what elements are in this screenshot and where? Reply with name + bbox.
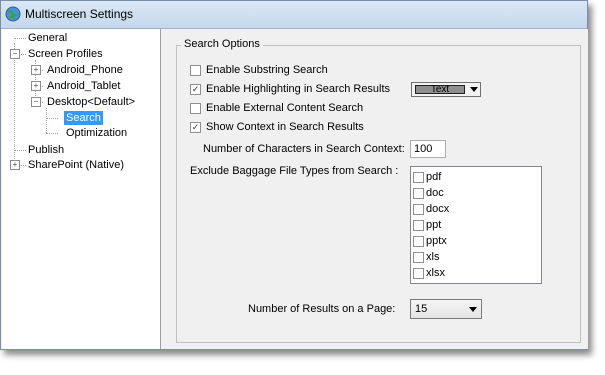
exclude-type-label: doc xyxy=(426,187,444,199)
tree-item-publish[interactable]: Publish xyxy=(26,143,66,157)
globe-icon xyxy=(5,6,21,22)
enable-highlighting-row[interactable]: ✓ Enable Highlighting in Search Results xyxy=(190,82,390,96)
tree-item-search[interactable]: Search xyxy=(64,111,103,125)
settings-tree[interactable]: General − Screen Profiles + Android_Phon… xyxy=(2,29,161,349)
show-context-checkbox[interactable]: ✓ xyxy=(190,121,201,133)
exclude-type-xlsx[interactable]: xlsx xyxy=(413,266,445,280)
enable-substring-label: Enable Substring Search xyxy=(206,64,328,76)
tree-item-optimization[interactable]: Optimization xyxy=(64,126,129,140)
exclude-type-label: pptx xyxy=(426,235,447,247)
exclude-type-label: xls xyxy=(426,251,440,263)
settings-window: Multiscreen Settings General − Screen Pr… xyxy=(0,0,588,350)
exclude-pptx-checkbox[interactable] xyxy=(413,235,424,247)
highlight-color-dropdown[interactable]: Text xyxy=(411,82,481,97)
show-context-row[interactable]: ✓ Show Context in Search Results xyxy=(190,120,364,134)
chevron-down-icon xyxy=(469,307,477,312)
context-chars-input[interactable]: 100 xyxy=(410,140,446,158)
expand-sharepoint-icon[interactable]: + xyxy=(10,160,20,170)
exclude-type-label: docx xyxy=(426,203,450,215)
exclude-doc-checkbox[interactable] xyxy=(413,187,424,199)
enable-external-row[interactable]: Enable External Content Search xyxy=(190,101,363,115)
results-per-page-select[interactable]: 15 xyxy=(410,299,482,319)
title-bar[interactable]: Multiscreen Settings xyxy=(1,1,587,29)
search-options-title: Search Options xyxy=(181,38,263,50)
collapse-desktop-icon[interactable]: − xyxy=(31,97,41,107)
context-chars-label: Number of Characters in Search Context: xyxy=(203,143,405,155)
exclude-types-list[interactable]: pdf doc docx ppt pptx xls xlsx xyxy=(410,166,542,284)
exclude-ppt-checkbox[interactable] xyxy=(413,219,424,231)
exclude-pdf-checkbox[interactable] xyxy=(413,171,424,183)
enable-substring-checkbox[interactable] xyxy=(190,64,201,76)
collapse-screen-profiles-icon[interactable]: − xyxy=(10,49,20,59)
exclude-types-label: Exclude Baggage File Types from Search : xyxy=(190,165,399,177)
results-per-page-value: 15 xyxy=(415,303,428,315)
exclude-type-xls[interactable]: xls xyxy=(413,250,439,264)
exclude-type-label: pdf xyxy=(426,171,442,183)
tree-item-android-tablet[interactable]: Android_Tablet xyxy=(45,79,122,93)
results-per-page-label: Number of Results on a Page: xyxy=(248,303,396,315)
tree-item-screen-profiles[interactable]: Screen Profiles xyxy=(26,47,105,61)
enable-highlighting-checkbox[interactable]: ✓ xyxy=(190,83,201,95)
enable-external-label: Enable External Content Search xyxy=(206,102,364,114)
expand-android-tablet-icon[interactable]: + xyxy=(31,81,41,91)
exclude-type-docx[interactable]: docx xyxy=(413,202,449,216)
tree-item-general[interactable]: General xyxy=(26,31,69,45)
exclude-xls-checkbox[interactable] xyxy=(413,251,424,263)
enable-external-checkbox[interactable] xyxy=(190,102,201,114)
expand-android-phone-icon[interactable]: + xyxy=(31,65,41,75)
tree-item-sharepoint[interactable]: SharePoint (Native) xyxy=(26,158,126,172)
exclude-type-doc[interactable]: doc xyxy=(413,186,444,200)
search-options-pane: Search Options Enable Substring Search ✓… xyxy=(161,29,588,349)
exclude-type-ppt[interactable]: ppt xyxy=(413,218,441,232)
chevron-down-icon xyxy=(470,87,478,92)
show-context-label: Show Context in Search Results xyxy=(206,121,364,133)
highlight-color-swatch: Text xyxy=(415,85,465,95)
exclude-docx-checkbox[interactable] xyxy=(413,203,424,215)
exclude-type-label: xlsx xyxy=(426,267,445,279)
exclude-type-pptx[interactable]: pptx xyxy=(413,234,447,248)
exclude-xlsx-checkbox[interactable] xyxy=(413,267,424,279)
exclude-type-label: ppt xyxy=(426,219,442,231)
exclude-type-pdf[interactable]: pdf xyxy=(413,170,441,184)
enable-substring-row[interactable]: Enable Substring Search xyxy=(190,63,328,77)
tree-item-desktop[interactable]: Desktop<Default> xyxy=(45,95,137,109)
window-title: Multiscreen Settings xyxy=(25,7,134,21)
tree-item-android-phone[interactable]: Android_Phone xyxy=(45,63,125,77)
enable-highlighting-label: Enable Highlighting in Search Results xyxy=(206,83,391,95)
